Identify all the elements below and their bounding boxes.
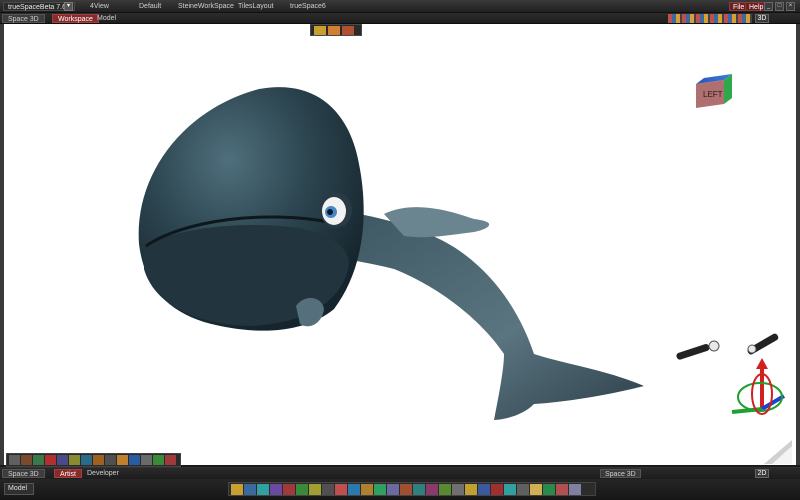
scene-canvas: LEFT [138,74,792,464]
tool-icon[interactable] [400,484,412,495]
tool-icon[interactable] [504,484,516,495]
tool-icon[interactable] [9,455,20,465]
light-icon-1[interactable] [676,340,720,360]
tool-icon[interactable] [93,455,104,465]
whale-side-fin [296,298,324,327]
tool-icon[interactable] [81,455,92,465]
right-panel-edge [796,24,800,465]
modeling-toolbar [228,482,596,496]
tab-artist[interactable]: Artist [54,469,82,478]
tool-icon[interactable] [244,484,256,495]
layout-4view[interactable]: 4View [90,2,109,11]
tool-icon[interactable] [257,484,269,495]
status-bar: Model [0,479,800,500]
context-field[interactable]: Model [4,483,34,495]
close-icon[interactable]: × [786,2,795,11]
title-bar: trueSpaceBeta 7.61 ▾ 4View Default Stein… [0,0,800,13]
tool-icon[interactable] [426,484,438,495]
object-tools-strip [6,453,181,467]
tool-icon[interactable] [361,484,373,495]
workspace-tabbar: Space 3D Workspace Model 3D [0,13,800,24]
bottom-tabbar: Space 3D Artist Developer Space 3D 2D [0,467,800,479]
tool-icon[interactable] [439,484,451,495]
tool-icon[interactable] [517,484,529,495]
tool-icon[interactable] [153,455,164,465]
app-menu-dropdown-icon[interactable]: ▾ [64,2,73,11]
tool-icon[interactable] [335,484,347,495]
tool-icon[interactable] [348,484,360,495]
tool-icon[interactable] [45,455,56,465]
whale-pupil [327,209,333,215]
tool-icon[interactable] [296,484,308,495]
tool-icon[interactable] [530,484,542,495]
layout-steineworkspace[interactable]: SteineWorkSpace [178,2,234,11]
tab-developer[interactable]: Developer [82,469,124,478]
tool-icon[interactable] [413,484,425,495]
tool-icon[interactable] [374,484,386,495]
3d-viewport[interactable]: LEFT [4,24,796,467]
right-space-3d-tab[interactable]: Space 3D [600,469,641,478]
tool-icon[interactable] [322,484,334,495]
nav-cube-label: LEFT [703,90,723,99]
tab-model[interactable]: Model [92,14,121,23]
tool-icon[interactable] [141,455,152,465]
layout-truespace6[interactable]: trueSpace6 [290,2,326,11]
layout-default[interactable]: Default [139,2,161,11]
tool-icon[interactable] [105,455,116,465]
tool-icon[interactable] [491,484,503,495]
whale-model[interactable] [138,87,644,420]
mode-3d-button[interactable]: 3D [755,14,769,23]
tool-icon[interactable] [465,484,477,495]
layout-tileslayout[interactable]: TilesLayout [238,2,274,11]
tool-icon[interactable] [569,484,581,495]
tool-icon[interactable] [129,455,140,465]
axis-gizmo[interactable] [731,358,786,415]
view-tools-strip[interactable] [668,14,752,23]
tool-icon[interactable] [452,484,464,495]
light-icon-2[interactable] [746,333,779,356]
tool-icon[interactable] [69,455,80,465]
tool-icon[interactable] [478,484,490,495]
corner-view-widget[interactable] [764,440,792,464]
tool-icon[interactable] [231,484,243,495]
tool-icon[interactable] [165,455,176,465]
maximize-icon[interactable]: □ [775,2,784,11]
tool-icon[interactable] [283,484,295,495]
tool-icon[interactable] [543,484,555,495]
minimize-icon[interactable]: _ [764,2,773,11]
tool-icon[interactable] [387,484,399,495]
navigation-cube[interactable]: LEFT [696,74,732,108]
tab-space-3d[interactable]: Space 3D [2,14,45,23]
tool-icon[interactable] [270,484,282,495]
tool-icon[interactable] [33,455,44,465]
tool-icon[interactable] [57,455,68,465]
bottom-tab-space-3d[interactable]: Space 3D [2,469,45,478]
tool-icon[interactable] [117,455,128,465]
tool-icon[interactable] [21,455,32,465]
tool-icon[interactable] [556,484,568,495]
tool-icon[interactable] [309,484,321,495]
mode-2d-button[interactable]: 2D [755,469,769,478]
